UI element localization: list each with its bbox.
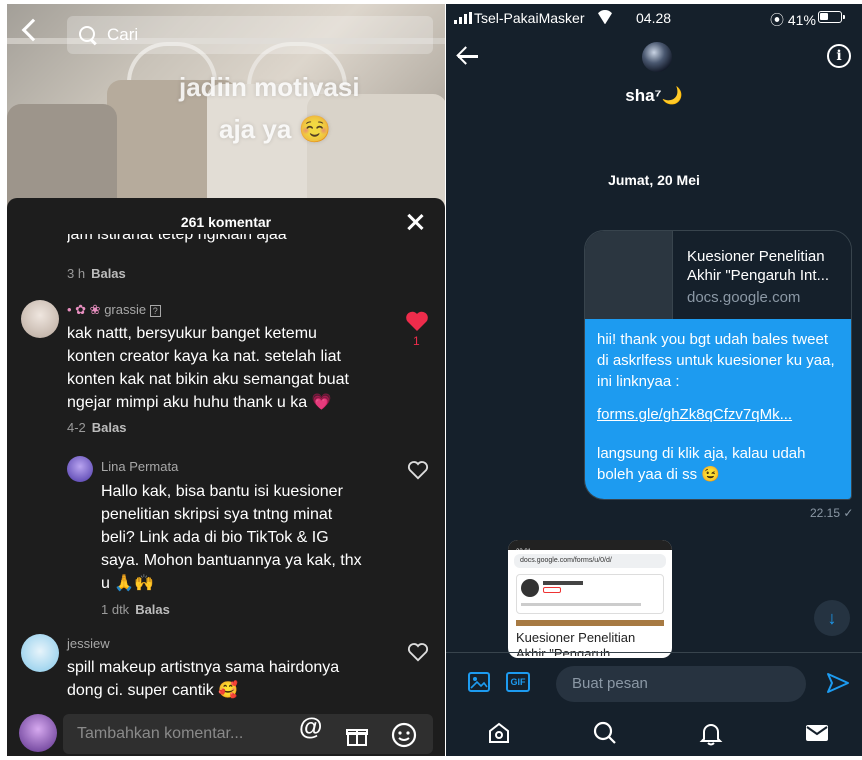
image-icon[interactable]: [468, 672, 490, 692]
messages-icon[interactable]: [804, 720, 830, 746]
link-preview-title: Kuesioner Penelitian Akhir "Pengaruh Int…: [687, 248, 830, 284]
screenshot-status-bar: 23.01: [508, 540, 672, 555]
search-icon[interactable]: [592, 720, 618, 746]
message-timestamp: 22.15 ✓: [810, 506, 854, 520]
screenshot-url: docs.google.com/forms/u/0/d/: [514, 554, 666, 568]
search-icon: [79, 26, 97, 44]
battery-percent: ⦿ 41%: [770, 12, 816, 28]
gift-icon[interactable]: [345, 724, 369, 748]
wifi-icon: [596, 10, 614, 24]
form-header-stripe: [516, 620, 664, 626]
comment-meta: 3 h Balas: [67, 266, 126, 281]
message-text: hii! thank you bgt udah bales tweet di a…: [585, 319, 851, 499]
date-separator: Jumat, 20 Mei: [608, 172, 700, 188]
comment-meta: 4-2 Balas: [67, 420, 127, 435]
avatar[interactable]: [21, 634, 59, 672]
link-preview-domain: docs.google.com: [687, 289, 801, 306]
comment-username[interactable]: jessiew: [67, 636, 110, 651]
comment-text: kak nattt, bersyukur banget ketemu konte…: [67, 325, 349, 411]
heart-icon[interactable]: [407, 642, 429, 662]
heart-icon[interactable]: [407, 460, 429, 480]
send-icon[interactable]: [826, 672, 850, 694]
home-icon[interactable]: [486, 720, 512, 746]
comment-text: jam istirahat tetep ngikiain ajaa: [67, 234, 287, 243]
divider: [446, 652, 862, 653]
info-icon[interactable]: i: [827, 44, 851, 68]
scroll-down-button[interactable]: ↓: [814, 600, 850, 636]
comment-meta: 1 dtk Balas: [101, 602, 170, 617]
status-time: 04.28: [636, 10, 672, 26]
message-bubble: Kuesioner Penelitian Akhir "Pengaruh Int…: [584, 230, 852, 500]
comments-count-title: 261 komentar: [180, 214, 272, 230]
search-placeholder: Cari: [107, 25, 139, 44]
screenshot-profile-box: [516, 574, 664, 614]
signal-icon: [454, 12, 472, 24]
reply-link[interactable]: Balas: [91, 266, 126, 281]
back-arrow-icon[interactable]: [458, 46, 480, 66]
video-caption-line1: jadiin motivasi: [179, 72, 360, 102]
link-preview-thumbnail: [585, 231, 673, 319]
message-link[interactable]: forms.gle/ghZk8qCfzv7qMk...: [597, 404, 841, 425]
link-preview-card[interactable]: Kuesioner Penelitian Akhir "Pengaruh Int…: [585, 231, 851, 319]
emoji-icon[interactable]: [391, 722, 417, 748]
search-bar[interactable]: Cari: [67, 16, 433, 54]
avatar[interactable]: [67, 456, 93, 482]
avatar[interactable]: [21, 300, 59, 338]
garment: [307, 94, 445, 208]
carrier-name: Tsel-PakaiMasker: [474, 10, 585, 26]
at-icon[interactable]: @: [299, 714, 322, 742]
avatar: [19, 714, 57, 752]
tiktok-screen: jadiin motivasi aja ya ☺️ Cari 261 komen…: [7, 4, 445, 756]
comment-username[interactable]: Lina Permata: [101, 459, 178, 474]
comment-text: Hallo kak, bisa bantu isi kuesioner pene…: [101, 483, 362, 592]
comment-input-bar: Tambahkan komentar... @: [7, 708, 445, 756]
reply-link[interactable]: Balas: [135, 602, 170, 617]
reply-link[interactable]: Balas: [92, 420, 127, 435]
image-attachment[interactable]: 23.01 docs.google.com/forms/u/0/d/ Kuesi…: [508, 540, 672, 658]
like-count: 1: [413, 334, 420, 348]
notifications-icon[interactable]: [698, 720, 724, 746]
avatar[interactable]: [642, 42, 672, 72]
add-comment-input[interactable]: Tambahkan komentar...: [63, 714, 433, 754]
message-compose-input[interactable]: Buat pesan: [556, 666, 806, 702]
battery-icon: [818, 11, 845, 23]
comment-text: spill makeup artistnya sama hairdonya do…: [67, 659, 340, 699]
garment: [7, 104, 117, 208]
comments-sheet: 261 komentar jam istirahat tetep ngikiai…: [7, 198, 445, 756]
video-caption-line2: aja ya ☺️: [219, 114, 331, 144]
conversation-name[interactable]: sha⁷🌙: [446, 86, 862, 106]
close-icon[interactable]: [407, 214, 423, 230]
comment-username[interactable]: • ✿ ❀ grassie ?: [67, 302, 161, 318]
twitter-dm-screen: Tsel-PakaiMasker 04.28 ⦿ 41% i sha⁷🌙 Jum…: [446, 4, 862, 756]
liked-heart-icon[interactable]: [405, 310, 429, 332]
gif-icon[interactable]: GIF: [506, 672, 530, 692]
